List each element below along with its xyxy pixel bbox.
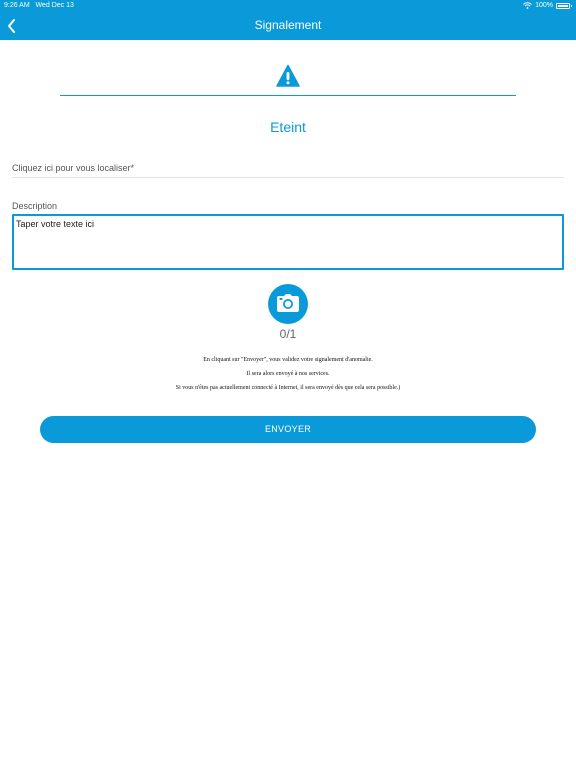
status-bar: 9:26 AM Wed Dec 13 100%: [0, 0, 576, 12]
page-title: Signalement: [254, 18, 322, 32]
nav-bar: Signalement: [0, 12, 576, 40]
notice-line-2: Il sera alors envoyé à nos services.: [246, 371, 330, 377]
description-input[interactable]: [12, 214, 564, 270]
notice-line-3: Si vous n'êtes pas actuellement connecté…: [175, 385, 401, 391]
header-divider: [60, 95, 516, 96]
send-button[interactable]: ENVOYER: [40, 416, 536, 443]
photo-counter: 0/1: [279, 327, 297, 341]
category-title: Eteint: [270, 119, 306, 135]
status-right: 100%: [523, 2, 572, 9]
status-date: Wed Dec 13: [35, 2, 74, 9]
camera-button[interactable]: [268, 284, 308, 324]
camera-icon: [277, 294, 299, 312]
description-label: Description: [12, 201, 58, 211]
notice-line-1: En cliquant sur "Envoyer", vous validez …: [203, 357, 373, 363]
status-time-date: 9:26 AM Wed Dec 13: [4, 2, 74, 9]
warning-icon: [276, 64, 300, 87]
battery-percent: 100%: [535, 2, 553, 9]
locate-field[interactable]: Cliquez ici pour vous localiser*: [12, 163, 564, 178]
battery-fill: [558, 4, 568, 7]
battery-icon: [556, 2, 572, 9]
status-time: 9:26 AM: [4, 2, 30, 9]
wifi-icon: [523, 2, 532, 9]
